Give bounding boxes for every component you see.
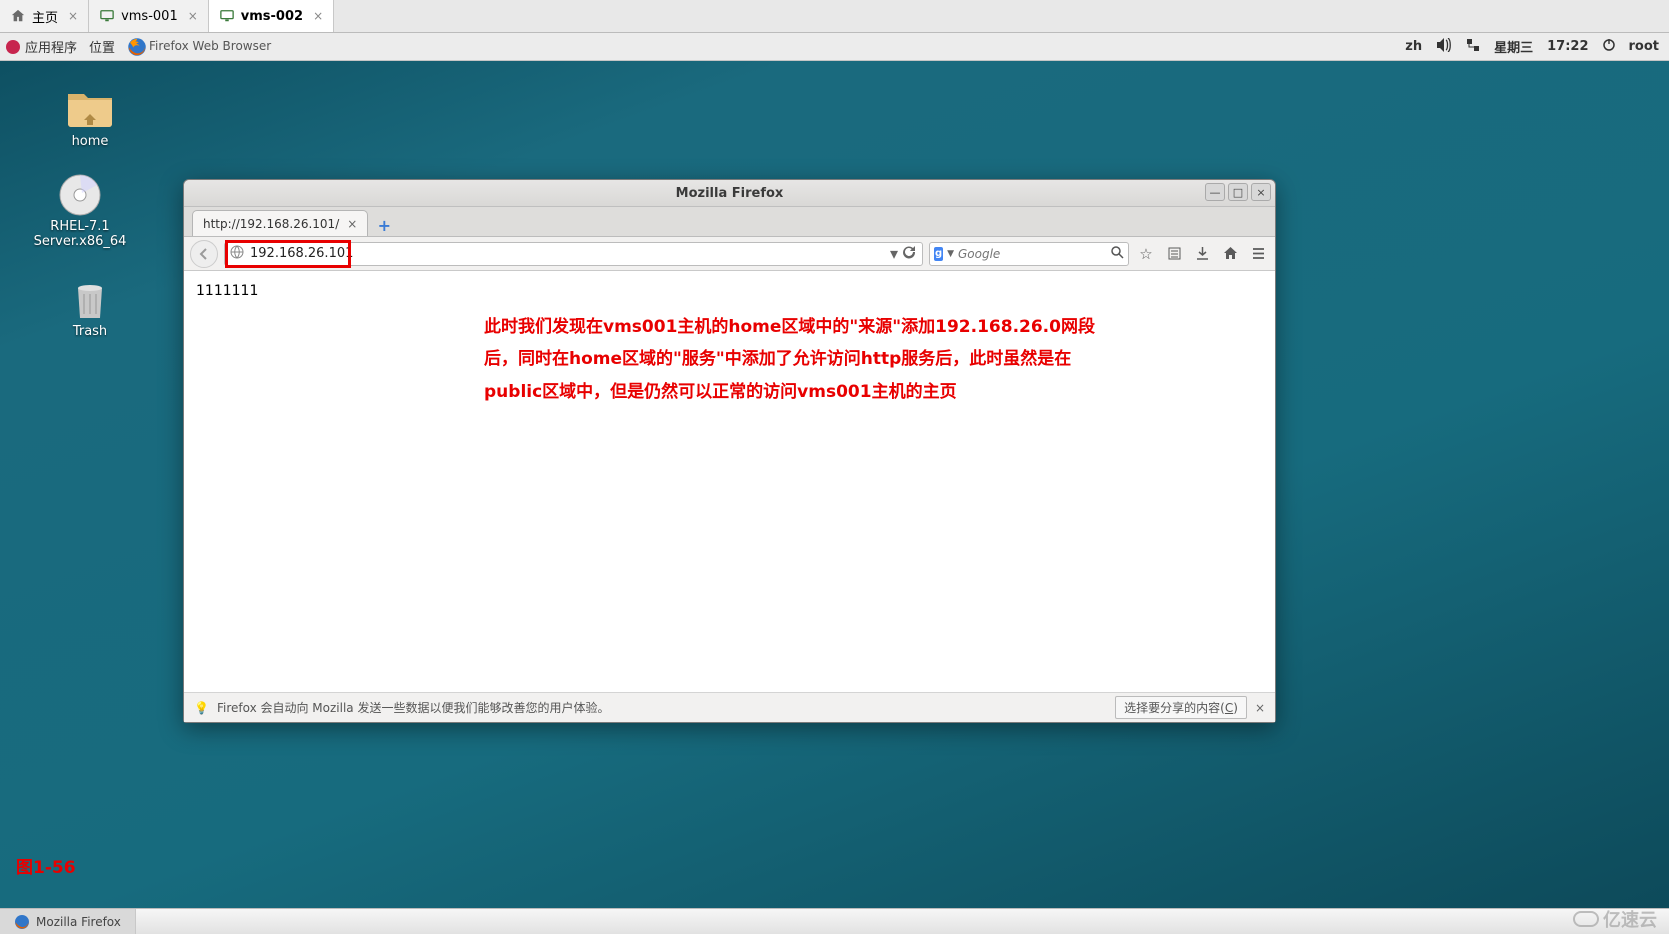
gnome-top-bar: 应用程序 位置 Firefox Web Browser zh 星期三 17:22… [0, 33, 1669, 61]
page-text: 1111111 [196, 283, 1263, 299]
vm-tab-label: vms-001 [121, 9, 178, 24]
trash-icon [66, 276, 114, 318]
browser-tab-strip: http://192.168.26.101/ × + [184, 207, 1275, 237]
google-icon: g [934, 247, 943, 261]
taskbar: Mozilla Firefox 亿速云 [0, 908, 1669, 934]
desktop[interactable]: home RHEL-7.1 Server.x86_64 Trash Mozill… [0, 61, 1669, 908]
disc-icon [56, 171, 104, 213]
desktop-icon-trash[interactable]: Trash [30, 276, 150, 339]
url-text: 192.168.26.101 [246, 246, 890, 261]
clock-time[interactable]: 17:22 [1547, 39, 1588, 54]
firefox-icon [14, 914, 30, 930]
icon-label: RHEL-7.1 Server.x86_64 [20, 219, 140, 249]
window-title: Mozilla Firefox [184, 186, 1275, 201]
figure-caption: 图1-56 [16, 853, 76, 878]
vm-tab-label: 主页 [32, 7, 58, 26]
tab-label: http://192.168.26.101/ [203, 217, 339, 231]
places-menu[interactable]: 位置 [89, 37, 115, 56]
watermark: 亿速云 [1573, 906, 1657, 932]
firefox-icon [127, 37, 147, 57]
menu-label: 应用程序 [25, 37, 77, 56]
taskbar-item-firefox[interactable]: Mozilla Firefox [0, 909, 136, 934]
icon-label: Trash [30, 324, 150, 339]
home-icon[interactable] [1219, 243, 1241, 265]
vm-tab-vms002[interactable]: vms-002 × [209, 0, 334, 32]
new-tab-button[interactable]: + [372, 214, 396, 236]
downloads-icon[interactable] [1191, 243, 1213, 265]
browser-toolbar: 192.168.26.101 ▾ g ▼ ☆ [184, 237, 1275, 271]
taskbar-label: Mozilla Firefox [36, 915, 121, 929]
desktop-icon-home[interactable]: home [30, 86, 150, 149]
window-titlebar[interactable]: Mozilla Firefox — □ × [184, 180, 1275, 207]
vm-tab-bar: 主页 × vms-001 × vms-002 × [0, 0, 1669, 33]
bulb-icon: 💡 [194, 701, 209, 715]
desktop-icon-disc[interactable]: RHEL-7.1 Server.x86_64 [20, 171, 140, 249]
search-input[interactable] [958, 247, 1106, 261]
close-icon[interactable]: × [313, 9, 323, 23]
close-icon[interactable]: × [188, 9, 198, 23]
close-button[interactable]: × [1251, 183, 1271, 201]
input-language[interactable]: zh [1405, 39, 1422, 54]
browser-footer-bar: 💡 Firefox 会自动向 Mozilla 发送一些数据以便我们能够改善您的用… [184, 692, 1275, 722]
page-content: 1111111 此时我们发现在vms001主机的home区域中的"来源"添加19… [184, 271, 1275, 692]
vm-tab-vms001[interactable]: vms-001 × [89, 0, 209, 32]
bookmark-star-icon[interactable]: ☆ [1135, 243, 1157, 265]
redhat-icon [6, 40, 20, 54]
maximize-button[interactable]: □ [1228, 183, 1248, 201]
network-icon[interactable] [1466, 38, 1480, 56]
back-button[interactable] [190, 240, 218, 268]
applications-menu[interactable]: 应用程序 [6, 37, 77, 56]
globe-icon [230, 244, 246, 263]
bookmarks-list-icon[interactable] [1163, 243, 1185, 265]
reload-icon[interactable] [902, 244, 916, 263]
menu-icon[interactable] [1247, 243, 1269, 265]
monitor-icon [219, 8, 235, 24]
folder-home-icon [66, 86, 114, 128]
active-app-indicator[interactable]: Firefox Web Browser [127, 37, 147, 57]
firefox-window: Mozilla Firefox — □ × http://192.168.26.… [183, 179, 1276, 723]
clock-day[interactable]: 星期三 [1494, 37, 1533, 56]
user-label[interactable]: root [1629, 39, 1660, 54]
power-icon[interactable] [1603, 39, 1615, 55]
share-choose-button[interactable]: 选择要分享的内容(C) [1115, 696, 1247, 719]
vm-tab-home[interactable]: 主页 × [0, 0, 89, 32]
vm-tab-label: vms-002 [241, 9, 303, 24]
chevron-down-icon[interactable]: ▼ [947, 249, 954, 259]
footer-message: Firefox 会自动向 Mozilla 发送一些数据以便我们能够改善您的用户体… [217, 699, 610, 716]
tab-close-icon[interactable]: × [347, 217, 357, 231]
annotation-text: 此时我们发现在vms001主机的home区域中的"来源"添加192.168.26… [484, 311, 1124, 408]
volume-icon[interactable] [1436, 38, 1452, 56]
footer-close-icon[interactable]: × [1255, 701, 1265, 715]
search-icon[interactable] [1110, 244, 1124, 263]
close-icon[interactable]: × [68, 9, 78, 23]
search-bar[interactable]: g ▼ [929, 242, 1129, 266]
cloud-icon [1573, 911, 1599, 927]
browser-tab[interactable]: http://192.168.26.101/ × [192, 210, 368, 236]
icon-label: home [30, 134, 150, 149]
dropdown-icon[interactable]: ▾ [890, 244, 898, 263]
minimize-button[interactable]: — [1205, 183, 1225, 201]
monitor-icon [99, 8, 115, 24]
home-icon [10, 8, 26, 24]
address-bar[interactable]: 192.168.26.101 ▾ [224, 242, 923, 266]
active-app-label: Firefox Web Browser [149, 39, 271, 53]
menu-label: 位置 [89, 37, 115, 56]
